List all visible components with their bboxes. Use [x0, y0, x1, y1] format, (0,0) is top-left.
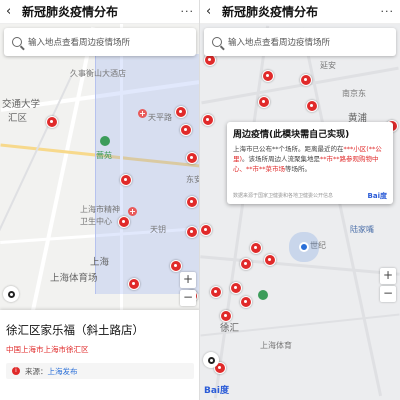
popup-body: 上海市已公布**个场所。距离最近的在***小区(**公里)。该场所周边人流聚集地…	[233, 144, 387, 184]
epidemic-pin-icon[interactable]	[230, 282, 242, 294]
epidemic-pin-icon[interactable]	[264, 254, 276, 266]
epidemic-pin-icon[interactable]	[120, 174, 132, 186]
nearby-epidemic-popup[interactable]: 周边疫情(此模块需自己实现) 上海市已公布**个场所。距离最近的在***小区(*…	[227, 122, 393, 204]
park-icon	[100, 136, 110, 146]
zoom-out-button[interactable]: −	[180, 290, 196, 306]
current-location-icon	[299, 242, 309, 252]
map-label: 上海体育场	[50, 273, 98, 284]
popup-text: 。该场所周边人流聚集地是	[242, 155, 321, 163]
popup-title: 周边疫情(此模块需自己实现)	[233, 130, 350, 140]
map-label: 交通大学	[2, 99, 41, 110]
right-panel: ‹ 新冠肺炎疫情分布 ··· 输入地点查看周边疫情场所 延安 南京东 黄浦 陆家…	[200, 0, 400, 400]
source-row: i 来源： 上海发布	[6, 363, 194, 379]
map-label: 延安	[320, 61, 336, 70]
search-input[interactable]: 输入地点查看周边疫情场所	[4, 28, 196, 56]
search-placeholder: 输入地点查看周边疫情场所	[28, 38, 131, 48]
map-label: 上海	[90, 257, 110, 268]
epidemic-pin-icon[interactable]	[118, 216, 130, 228]
epidemic-pin-icon[interactable]	[240, 258, 252, 270]
place-card[interactable]: 徐汇区家乐福（斜土路店） 中国上海市上海市徐汇区 i 来源： 上海发布	[0, 310, 199, 400]
search-placeholder: 输入地点查看周边疫情场所	[228, 38, 331, 48]
map-label: 卫生中心	[80, 217, 112, 226]
zoom-out-button[interactable]: −	[380, 286, 396, 302]
page-title: 新冠肺炎疫情分布	[22, 5, 119, 19]
place-name: 徐汇区家乐福（斜土路店）	[6, 323, 144, 337]
epidemic-pin-icon[interactable]	[220, 310, 232, 322]
title-bar: ‹ 新冠肺炎疫情分布 ···	[0, 0, 199, 24]
map-label: 南京东	[342, 89, 366, 98]
epidemic-pin-icon[interactable]	[202, 114, 214, 126]
zoom-in-button[interactable]: +	[180, 272, 196, 288]
map-label: 久事衡山大酒店	[70, 69, 126, 78]
locate-button[interactable]	[203, 352, 219, 368]
map-label: 徐汇	[220, 323, 240, 334]
more-menu-icon[interactable]: ···	[181, 5, 195, 18]
epidemic-pin-icon[interactable]	[180, 124, 192, 136]
place-address: 中国上海市上海市徐汇区	[6, 345, 89, 354]
map-label: 东安	[186, 175, 199, 184]
hospital-icon: +	[128, 207, 137, 216]
map-label: 蔷苑	[96, 151, 112, 160]
map-label: 世纪	[310, 241, 326, 250]
source-link[interactable]: 上海发布	[48, 366, 78, 377]
epidemic-pin-icon[interactable]	[186, 152, 198, 164]
epidemic-pin-icon[interactable]	[128, 278, 140, 290]
title-bar: ‹ 新冠肺炎疫情分布 ···	[200, 0, 400, 24]
highlight-area	[95, 54, 199, 294]
epidemic-pin-icon[interactable]	[186, 226, 198, 238]
more-menu-icon[interactable]: ···	[381, 5, 395, 18]
map-view[interactable]: 延安 南京东 黄浦 陆家嘴 世纪 徐汇 上海体育 + − Bai度	[200, 24, 400, 400]
epidemic-pin-icon[interactable]	[306, 100, 318, 112]
page-title: 新冠肺炎疫情分布	[222, 5, 319, 19]
map-label: 上海体育	[260, 341, 292, 350]
baidu-logo: Bai度	[367, 192, 387, 200]
epidemic-pin-icon[interactable]	[240, 296, 252, 308]
map-label: 天平路	[148, 113, 172, 122]
epidemic-pin-icon[interactable]	[250, 242, 262, 254]
locate-icon	[7, 290, 15, 298]
park-icon	[258, 290, 268, 300]
epidemic-pin-icon[interactable]	[258, 96, 270, 108]
locate-icon	[207, 356, 215, 364]
hospital-icon: +	[138, 109, 147, 118]
locate-button[interactable]	[3, 286, 19, 302]
epidemic-pin-icon[interactable]	[186, 196, 198, 208]
epidemic-pin-icon[interactable]	[210, 286, 222, 298]
search-icon	[212, 37, 222, 47]
epidemic-pin-icon[interactable]	[175, 106, 187, 118]
map-label: 陆家嘴	[350, 225, 374, 234]
map-label: 上海市精神	[80, 205, 120, 214]
info-icon: i	[12, 367, 20, 375]
zoom-in-button[interactable]: +	[380, 268, 396, 284]
popup-text: 上海市已公布**个场所。距离最近的在	[233, 145, 344, 153]
map-label: 汇区	[8, 113, 28, 124]
map-label: 天钥	[150, 225, 166, 234]
popup-footer: 数据来源于国家卫健委和各地卫健委公开信息	[233, 193, 334, 199]
back-arrow-icon[interactable]: ‹	[206, 5, 218, 18]
source-label: 来源：	[25, 366, 48, 376]
epidemic-pin-icon[interactable]	[300, 74, 312, 86]
back-arrow-icon[interactable]: ‹	[6, 5, 18, 18]
left-panel: ‹ 新冠肺炎疫情分布 ··· 输入地点查看周边疫情场所 久事衡山大酒店 交通大学…	[0, 0, 200, 400]
popup-text: 等场所。	[285, 165, 311, 173]
epidemic-pin-icon[interactable]	[46, 116, 58, 128]
search-icon	[12, 37, 22, 47]
epidemic-pin-icon[interactable]	[262, 70, 274, 82]
epidemic-pin-icon[interactable]	[200, 224, 212, 236]
epidemic-pin-icon[interactable]	[170, 260, 182, 272]
search-input[interactable]: 输入地点查看周边疫情场所	[204, 28, 396, 56]
baidu-logo: Bai度	[204, 386, 230, 396]
